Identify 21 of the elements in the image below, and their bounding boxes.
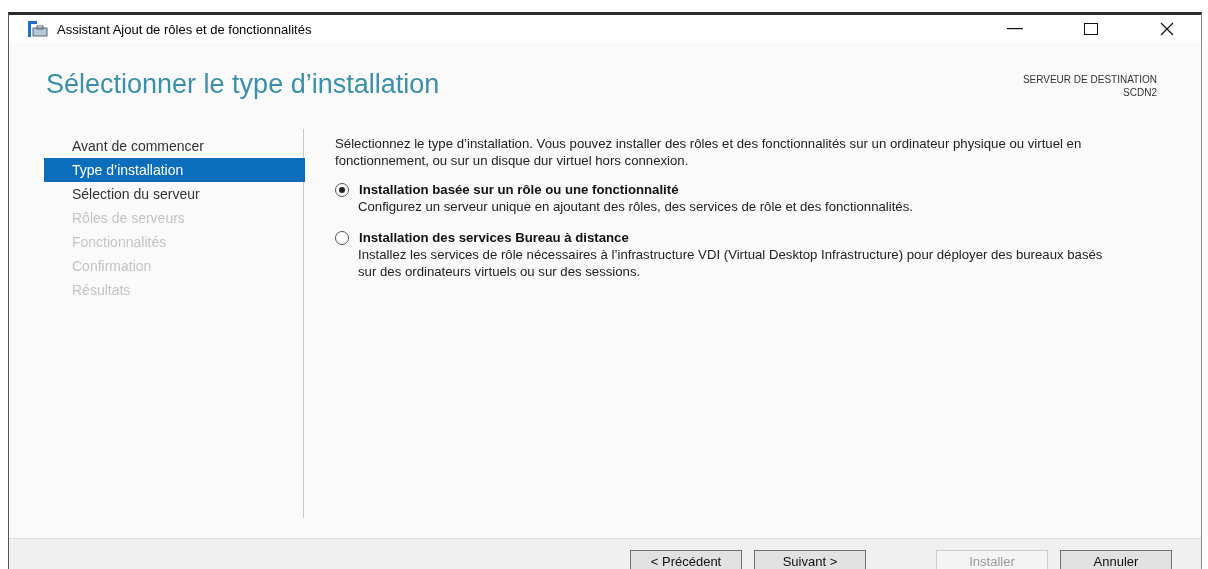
nav-item[interactable]: Type d’installation — [44, 158, 305, 182]
close-icon — [1160, 22, 1174, 36]
option-description: Installez les services de rôle nécessaires à l’infrastructure VDI (Virtual Desktop Infrastructure) pour déployer des bureaux basés sur des ordinateurs virtuels ou sur des sessions. — [357, 246, 1104, 280]
radio-button[interactable] — [335, 182, 349, 197]
wizard-button[interactable]: < Précédent — [630, 550, 742, 569]
wizard-button[interactable]: Annuler — [1060, 550, 1172, 569]
server-name: SCDN2 — [1123, 86, 1157, 99]
minimize-icon — [1007, 28, 1023, 30]
destination-label: SERVEUR DE DESTINATION — [1022, 73, 1157, 86]
page-heading: Sélectionner le type d’installation — [46, 69, 440, 101]
option-label[interactable]: Installation basée sur un rôle ou une fonctionnalité — [359, 181, 679, 198]
window-title: Assistant Ajout de rôles et de fonctionnalités — [57, 21, 313, 37]
wizard-icon — [27, 21, 49, 37]
option-label[interactable]: Installation des services Bureau à distance — [359, 229, 629, 246]
nav-item[interactable]: Sélection du serveur — [44, 182, 305, 206]
option-description: Configurez un serveur unique en ajoutant des rôles, des services de rôle et des fonctionnalités. — [357, 198, 914, 215]
nav-item[interactable]: Avant de commencer — [44, 134, 305, 158]
wizard-button[interactable]: Suivant > — [754, 550, 866, 569]
maximize-icon — [1084, 23, 1098, 35]
radio-button[interactable] — [335, 230, 349, 245]
intro-text: Sélectionnez le type d’installation. Vous pouvez installer des rôles et des fonctionnalités sur un ordinateur physique ou virtuel en fonctionnement, ou sur un disque dur virtuel hors connexion. — [335, 135, 1083, 169]
